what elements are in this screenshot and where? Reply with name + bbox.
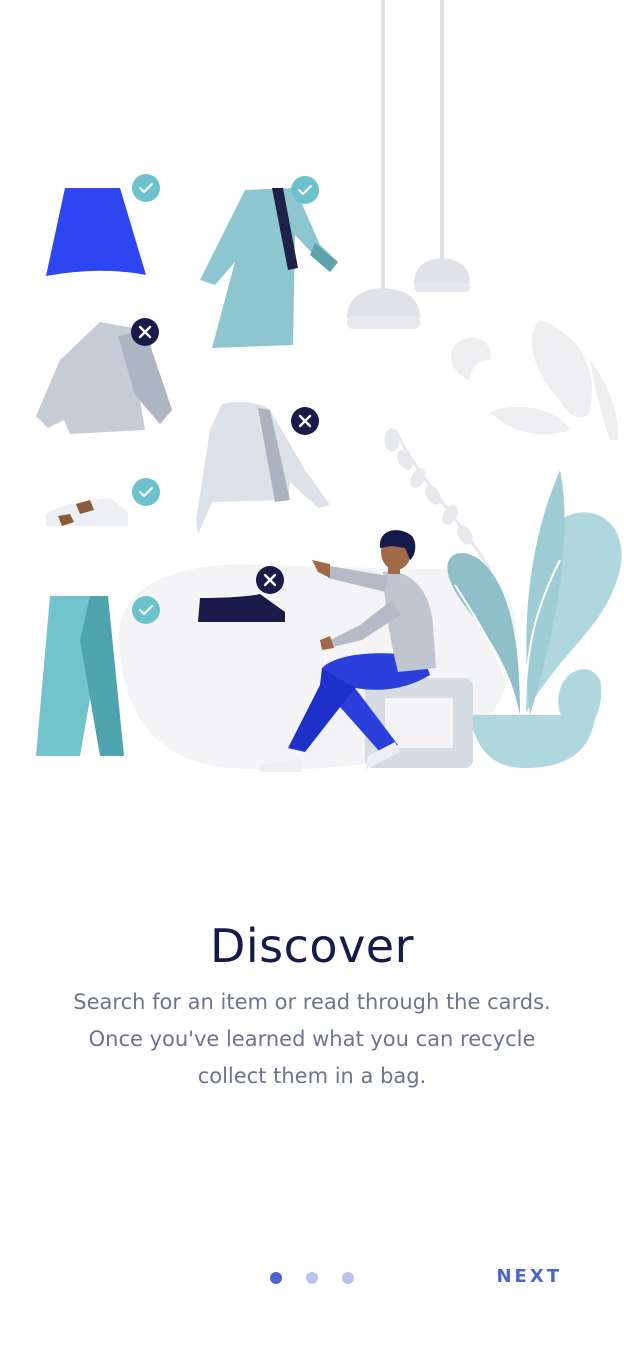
description-line: collect them in a bag.: [197, 1064, 427, 1088]
cross-badge-icon: [131, 318, 159, 346]
sneaker-icon: [46, 498, 128, 526]
description-line: Once you've learned what you can recycle: [88, 1027, 536, 1051]
pendant-lamp-icon: [347, 0, 420, 329]
pendant-lamp-icon: [414, 0, 470, 292]
page-indicator: [270, 1272, 354, 1284]
cross-badge-icon: [256, 566, 284, 594]
check-badge-icon: [132, 478, 160, 506]
onboarding-screen: Discover Search for an item or read thro…: [0, 0, 624, 1350]
onboarding-illustration: [36, 0, 622, 772]
check-badge-icon: [291, 176, 319, 204]
page-dot-active[interactable]: [270, 1272, 282, 1284]
page-dot[interactable]: [306, 1272, 318, 1284]
next-button[interactable]: NEXT: [496, 1266, 562, 1287]
page-dot[interactable]: [342, 1272, 354, 1284]
background-leaves-icon: [450, 320, 619, 440]
check-badge-icon: [132, 174, 160, 202]
description-line: Search for an item or read through the c…: [73, 990, 551, 1014]
pants-icon: [36, 596, 124, 756]
description-text: Search for an item or read through the c…: [52, 984, 572, 1095]
skirt-icon: [46, 188, 146, 276]
check-badge-icon: [132, 596, 160, 624]
coat-icon: [200, 188, 338, 348]
cross-badge-icon: [291, 407, 319, 435]
page-title: Discover: [209, 918, 415, 973]
